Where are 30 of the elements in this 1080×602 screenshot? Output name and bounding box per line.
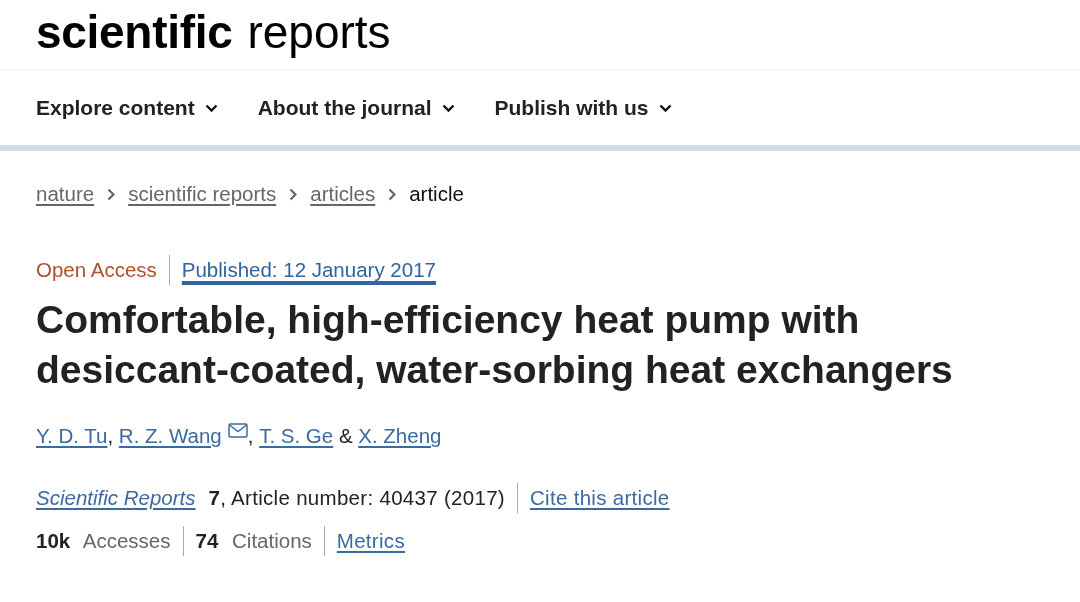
published-date-link[interactable]: Published: 12 January 2017 <box>181 258 436 282</box>
metric-stat: 74 Citations <box>195 529 312 553</box>
chevron-right-icon <box>289 187 298 201</box>
author-separator: , <box>247 424 255 448</box>
chevron-right-icon <box>107 187 116 201</box>
author-separator: & <box>337 424 354 448</box>
envelope-icon[interactable] <box>227 422 248 438</box>
chevron-down-icon <box>441 103 455 112</box>
metric-stat: 10k Accesses <box>36 529 171 553</box>
nav-menu-button[interactable]: Explore content <box>36 95 218 120</box>
journal-link[interactable]: Scientific Reports <box>36 486 196 510</box>
author-link[interactable]: R. Z. Wang <box>118 424 222 448</box>
author-link[interactable]: Y. D. Tu <box>36 424 108 448</box>
nav-menu-button[interactable]: Publish with us <box>494 95 672 120</box>
article-title: Comfortable, high-efficiency heat pump with desiccant-coated, water-sorbing heat exchangers <box>36 297 954 393</box>
breadcrumb-current: article <box>409 182 464 206</box>
breadcrumb-link[interactable]: nature <box>36 182 95 206</box>
author-separator: , <box>107 424 115 448</box>
breadcrumb-link[interactable]: articles <box>310 182 376 206</box>
open-access-label: Open Access <box>36 258 157 282</box>
chevron-right-icon <box>388 187 397 201</box>
citation-text: 7, Article number: 40437 (2017) <box>208 486 505 510</box>
cite-link[interactable]: Cite this article <box>530 486 670 510</box>
author-link[interactable]: X. Zheng <box>358 424 442 448</box>
nav-menu-button[interactable]: About the journal <box>257 95 455 120</box>
metrics-link[interactable]: Metrics <box>336 529 405 553</box>
author-link[interactable]: T. S. Ge <box>259 424 334 448</box>
breadcrumb-link[interactable]: scientific reports <box>128 182 277 206</box>
chevron-down-icon <box>658 103 672 112</box>
chevron-down-icon <box>204 103 218 112</box>
